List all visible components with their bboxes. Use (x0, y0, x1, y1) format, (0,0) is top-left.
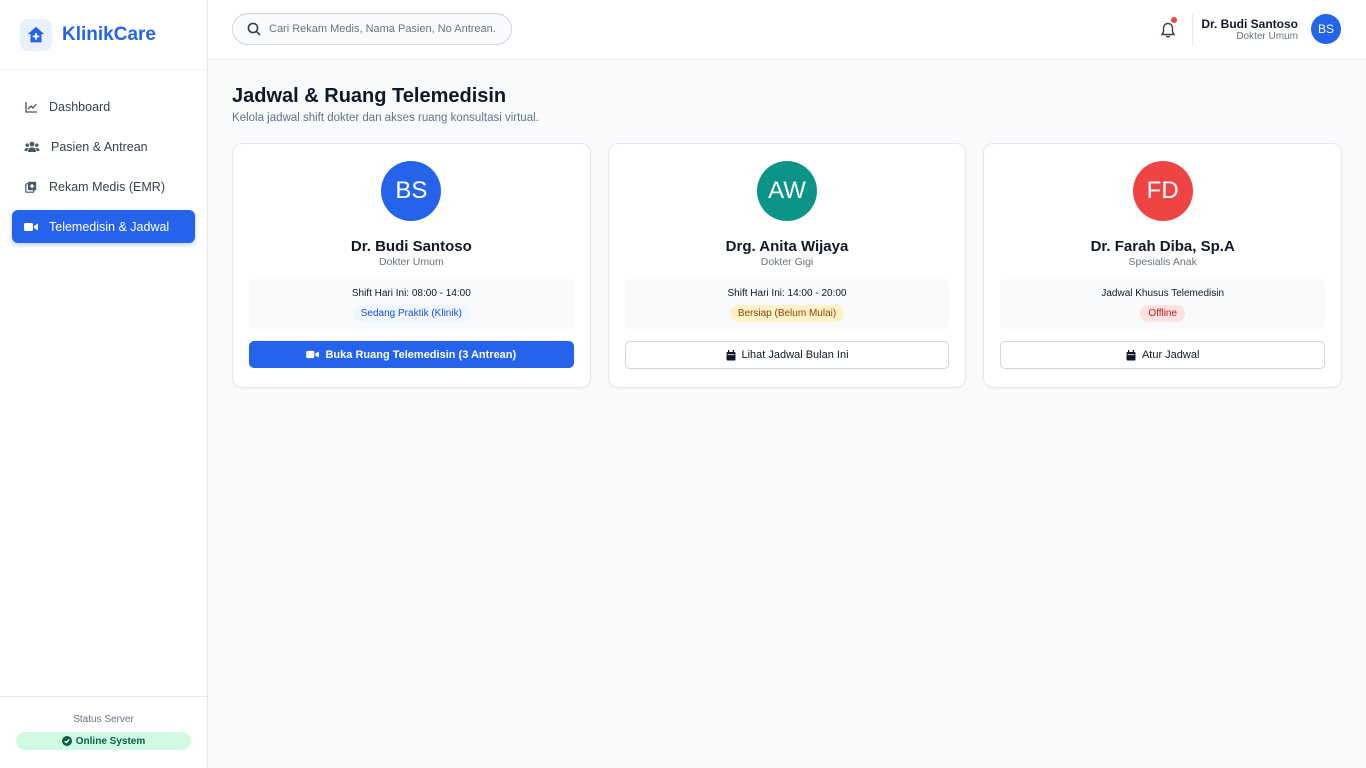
open-telemedicine-room-button[interactable]: Buka Ruang Telemedisin (3 Antrean) (249, 341, 574, 368)
sidebar-item-emr[interactable]: Rekam Medis (EMR) (12, 170, 195, 203)
doctor-name: Dr. Budi Santoso (350, 238, 472, 255)
video-icon (306, 350, 320, 359)
shift-info: Jadwal Khusus Telemedisin Offline (1000, 279, 1326, 329)
page-subtitle: Kelola jadwal shift dokter dan akses rua… (232, 112, 539, 124)
doctor-avatar: AW (757, 161, 817, 221)
sidebar-item-dashboard[interactable]: Dashboard (12, 90, 195, 123)
search-input[interactable] (269, 23, 495, 35)
users-icon (24, 140, 40, 154)
doctor-card: AW Drg. Anita Wijaya Dokter Gigi Shift H… (607, 143, 967, 388)
doctor-name: Dr. Farah Diba, Sp.A (1090, 238, 1235, 255)
video-icon (24, 220, 38, 234)
header-divider (1192, 14, 1193, 46)
search-bar[interactable] (232, 13, 512, 45)
sidebar-item-label: Dashboard (49, 99, 111, 114)
calendar-icon (1126, 349, 1136, 361)
sidebar: KlinikCare Dashboard Pasien & Antrean Re… (0, 0, 208, 768)
server-status-badge: Online System (16, 732, 191, 750)
doctor-cards: BS Dr. Budi Santoso Dokter Umum Shift Ha… (232, 143, 1343, 388)
shift-info: Shift Hari Ini: 08:00 - 14:00 Sedang Pra… (249, 279, 574, 329)
shift-text: Shift Hari Ini: 08:00 - 14:00 (351, 288, 471, 299)
medical-record-icon (24, 180, 38, 194)
shift-text: Shift Hari Ini: 14:00 - 20:00 (727, 288, 847, 299)
sidebar-item-label: Rekam Medis (EMR) (49, 179, 165, 194)
main-content: Jadwal & Ruang Telemedisin Kelola jadwal… (232, 84, 1343, 388)
brand[interactable]: KlinikCare (0, 0, 207, 70)
status-badge: Bersiap (Belum Mulai) (729, 305, 845, 322)
user-name: Dr. Budi Santoso (1201, 17, 1298, 31)
server-status: Status Server Online System (0, 696, 207, 768)
server-status-text: Online System (75, 735, 146, 747)
view-monthly-schedule-button[interactable]: Lihat Jadwal Bulan Ini (624, 341, 950, 369)
calendar-icon (726, 349, 736, 361)
set-schedule-button[interactable]: Atur Jadwal (1000, 341, 1326, 369)
server-status-label: Status Server (73, 714, 134, 725)
doctor-avatar: FD (1132, 161, 1193, 221)
brand-name: KlinikCare (62, 23, 156, 45)
sidebar-item-label: Pasien & Antrean (51, 139, 148, 154)
button-label: Atur Jadwal (1141, 349, 1200, 361)
sidebar-item-patients[interactable]: Pasien & Antrean (12, 130, 195, 163)
button-label: Buka Ruang Telemedisin (3 Antrean) (325, 348, 517, 361)
user-info[interactable]: Dr. Budi Santoso Dokter Umum (1201, 17, 1298, 43)
bell-icon (1160, 22, 1176, 39)
shift-text: Jadwal Khusus Telemedisin (1101, 288, 1225, 299)
sidebar-item-label: Telemedisin & Jadwal (49, 219, 170, 234)
page-title: Jadwal & Ruang Telemedisin (232, 85, 507, 107)
doctor-card: BS Dr. Budi Santoso Dokter Umum Shift Ha… (232, 143, 591, 388)
status-badge: Sedang Praktik (Klinik) (352, 305, 470, 322)
doctor-role: Dokter Gigi (760, 256, 814, 268)
chart-line-icon (24, 100, 38, 114)
check-circle-icon (61, 736, 72, 746)
sidebar-nav: Dashboard Pasien & Antrean Rekam Medis (… (0, 70, 207, 243)
clinic-logo-icon (20, 18, 52, 51)
notification-button[interactable] (1158, 17, 1178, 40)
status-badge: Offline (1140, 305, 1186, 322)
doctor-role: Dokter Umum (378, 256, 444, 268)
sidebar-item-telemedicine[interactable]: Telemedisin & Jadwal (12, 210, 195, 243)
doctor-card: FD Dr. Farah Diba, Sp.A Spesialis Anak J… (983, 143, 1343, 388)
avatar[interactable]: BS (1311, 14, 1341, 44)
doctor-avatar: BS (381, 161, 442, 221)
button-label: Lihat Jadwal Bulan Ini (741, 349, 849, 361)
user-role: Dokter Umum (1236, 31, 1298, 42)
top-header: Dr. Budi Santoso Dokter Umum BS (208, 0, 1366, 60)
shift-info: Shift Hari Ini: 14:00 - 20:00 Bersiap (B… (624, 279, 950, 329)
search-icon (247, 22, 261, 36)
notification-dot (1171, 17, 1177, 23)
doctor-role: Spesialis Anak (1128, 256, 1197, 268)
doctor-name: Drg. Anita Wijaya (725, 238, 849, 255)
